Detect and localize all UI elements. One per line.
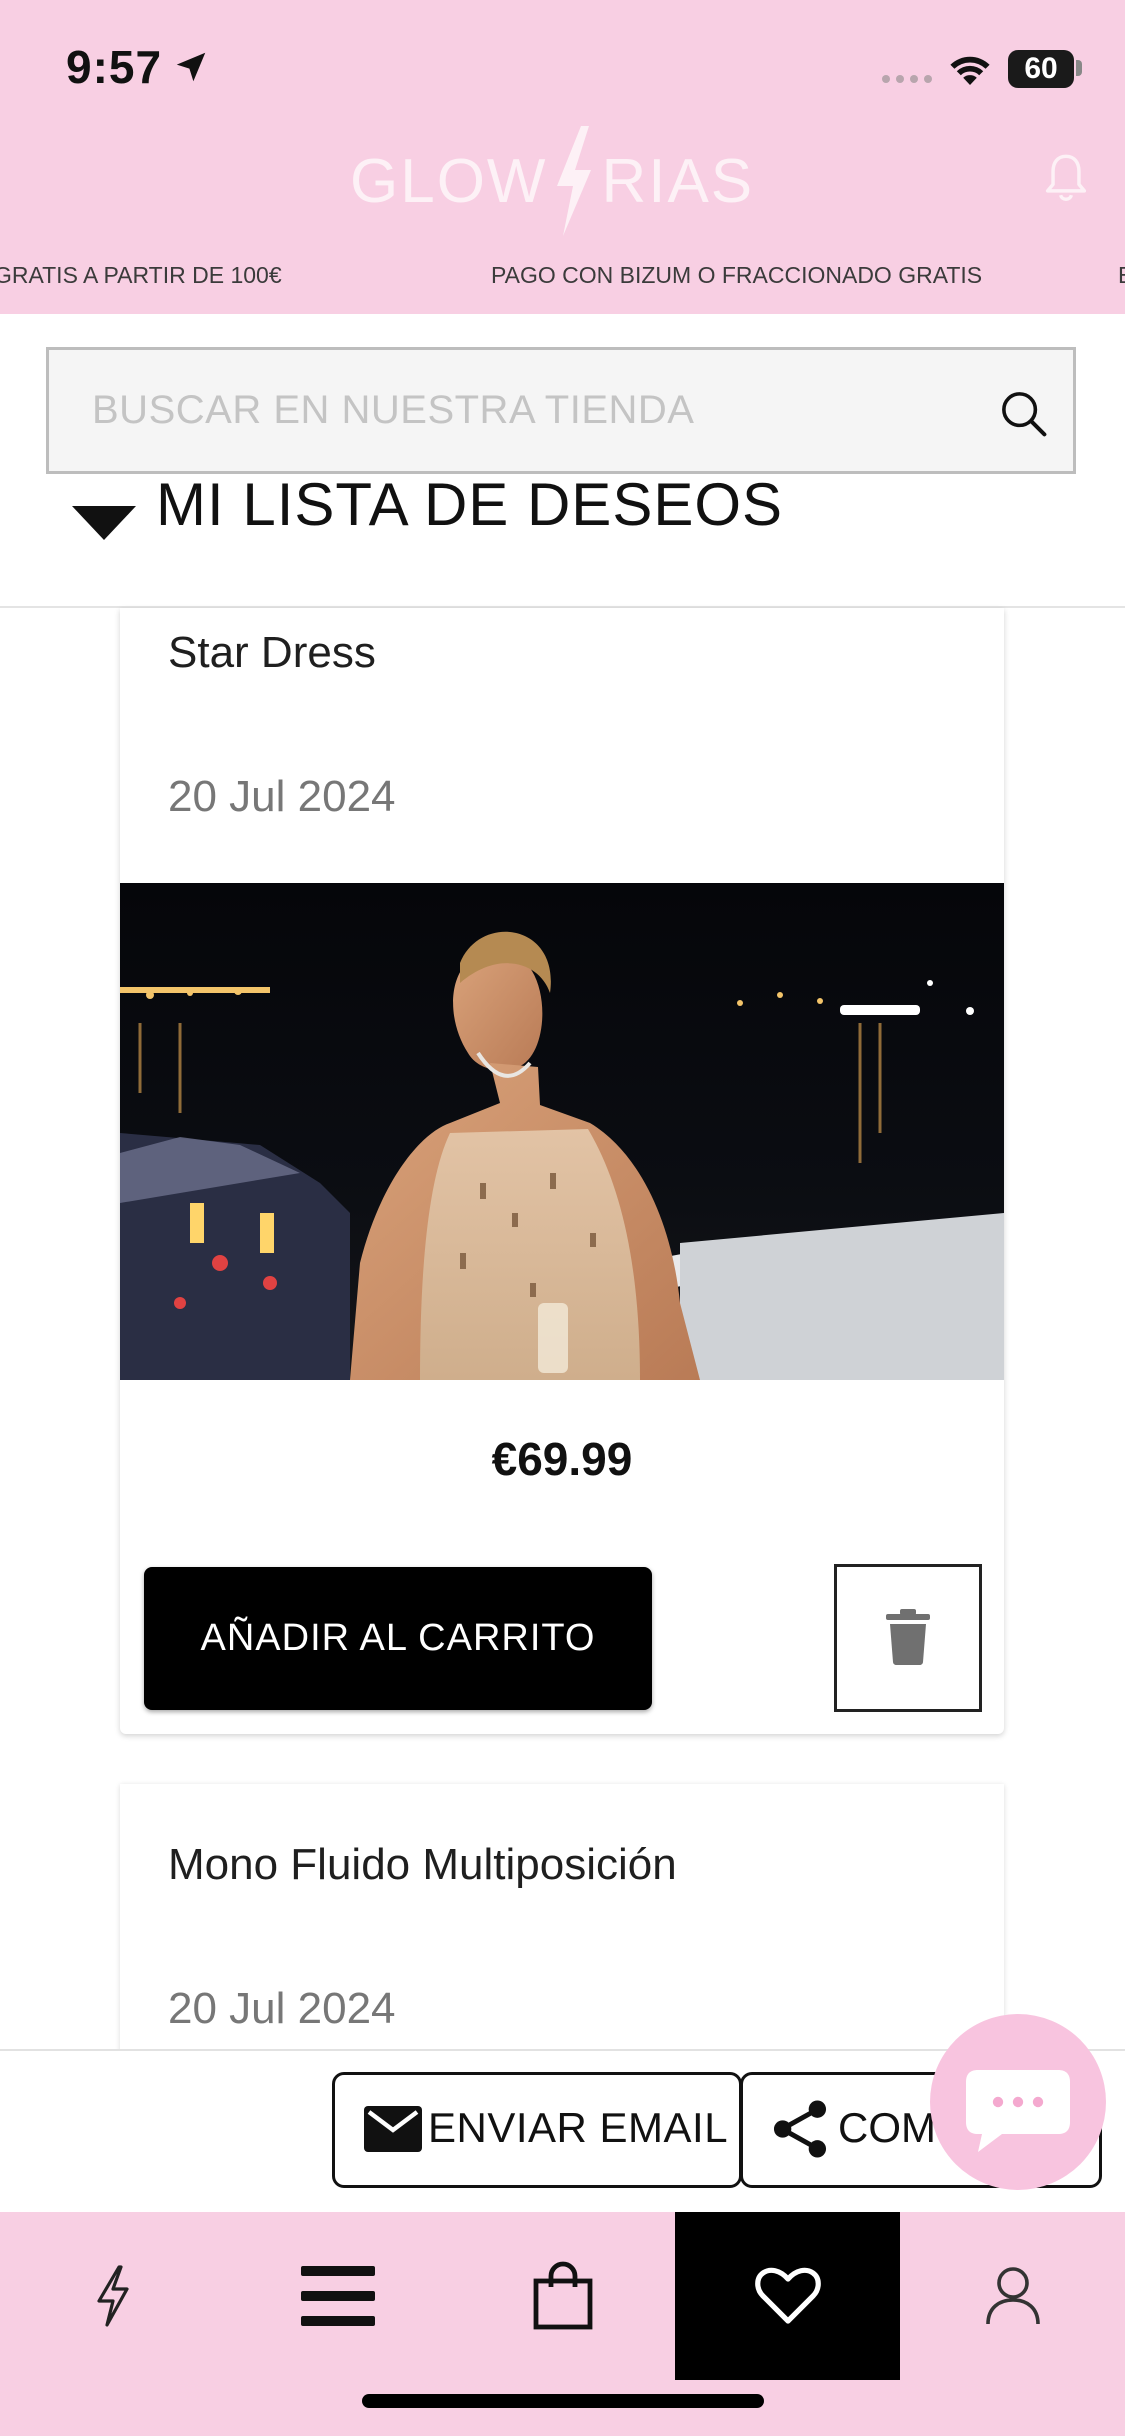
menu-icon — [300, 2266, 375, 2326]
user-icon — [985, 2267, 1040, 2325]
battery-level: 60 — [1024, 52, 1058, 85]
trash-icon — [886, 1609, 930, 1665]
product-name[interactable]: Mono Fluido Multiposición — [168, 1840, 677, 1890]
bag-icon — [533, 2261, 592, 2330]
marquee-item: PAGO CON BIZUM O FRACCIONADO GRATIS — [491, 262, 983, 288]
chat-icon — [966, 2070, 1070, 2152]
battery-cap — [1076, 60, 1082, 76]
product-image[interactable] — [120, 883, 1004, 1380]
nav-item-account[interactable] — [900, 2212, 1125, 2380]
product-name[interactable]: Star Dress — [168, 628, 376, 678]
search-icon[interactable] — [996, 386, 1050, 440]
wishlist-heading-container: MI LISTA DE DESEOS — [0, 480, 1125, 606]
heart-icon — [754, 2267, 821, 2324]
share-icon — [773, 2100, 827, 2158]
nav-item-new[interactable] — [0, 2212, 225, 2380]
nav-item-wishlist[interactable] — [675, 2212, 900, 2380]
flash-icon — [96, 2265, 129, 2327]
nav-item-menu[interactable] — [225, 2212, 450, 2380]
send-email-label: ENVIAR EMAIL — [428, 2104, 729, 2151]
nav-item-cart[interactable] — [450, 2212, 675, 2380]
wifi-icon — [950, 56, 990, 85]
added-date: 20 Jul 2024 — [168, 1984, 396, 2033]
wishlist-title: MI LISTA DE DESEOS — [156, 480, 784, 538]
search-input[interactable] — [46, 347, 986, 474]
logo-text-left: GLOW — [350, 146, 548, 216]
notification-bell-icon[interactable] — [1040, 152, 1092, 206]
share-label: COMPARTIR — [838, 2104, 938, 2151]
envelope-icon — [364, 2106, 422, 2152]
cellular-signal-icon — [882, 75, 932, 83]
collapse-caret-icon[interactable] — [72, 506, 136, 540]
lightning-bolt-icon — [557, 126, 592, 236]
product-price: €69.99 — [491, 1433, 633, 1485]
add-to-cart-button[interactable]: AÑADIR AL CARRITO — [144, 1567, 652, 1710]
logo-text-right: RIAS — [601, 146, 755, 216]
brand-logo[interactable]: GLOW RIAS — [350, 126, 754, 236]
location-arrow-icon — [176, 52, 206, 82]
product-photo — [120, 883, 1004, 1380]
marquee-item: E — [1118, 262, 1125, 289]
marquee-item: GRATIS A PARTIR DE 100€ — [0, 262, 282, 288]
wishlist-item-card — [120, 1784, 1004, 2084]
added-date: 20 Jul 2024 — [168, 772, 396, 821]
status-time: 9:57 — [66, 41, 163, 93]
home-indicator — [362, 2394, 764, 2408]
